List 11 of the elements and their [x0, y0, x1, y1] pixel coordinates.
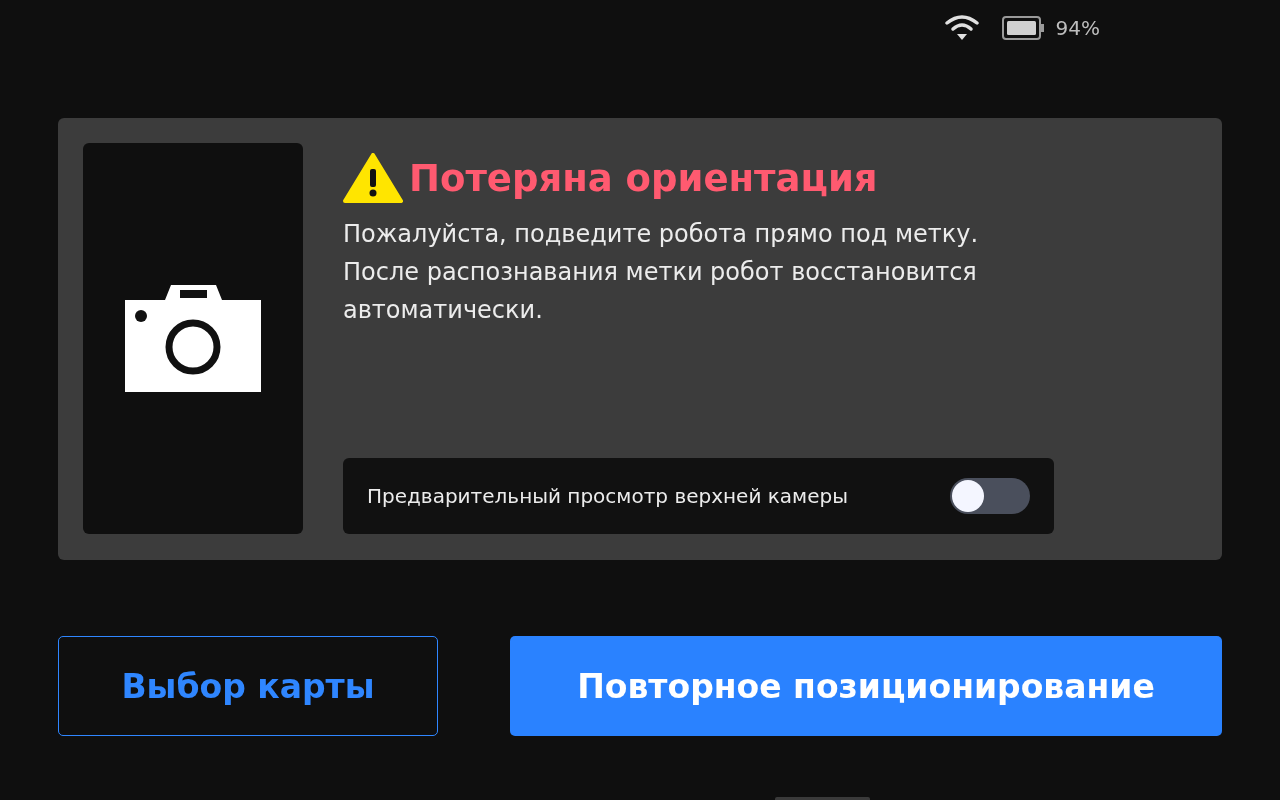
camera-icon	[124, 284, 262, 393]
camera-preview-switch[interactable]	[950, 478, 1030, 514]
relocalize-button[interactable]: Повторное позиционирование	[510, 636, 1222, 736]
warning-icon	[343, 153, 403, 203]
map-select-button[interactable]: Выбор карты	[58, 636, 438, 736]
camera-preview-label: Предварительный просмотр верхней камеры	[367, 484, 848, 508]
battery-level: 94%	[1055, 15, 1100, 40]
alert-title: Потеряна ориентация	[409, 156, 878, 200]
battery-icon	[1001, 15, 1044, 40]
alert-message: Пожалуйста, подведите робота прямо под метку. После распознавания метки робот восстановится автоматически.	[343, 219, 980, 326]
wifi-icon	[943, 13, 980, 42]
